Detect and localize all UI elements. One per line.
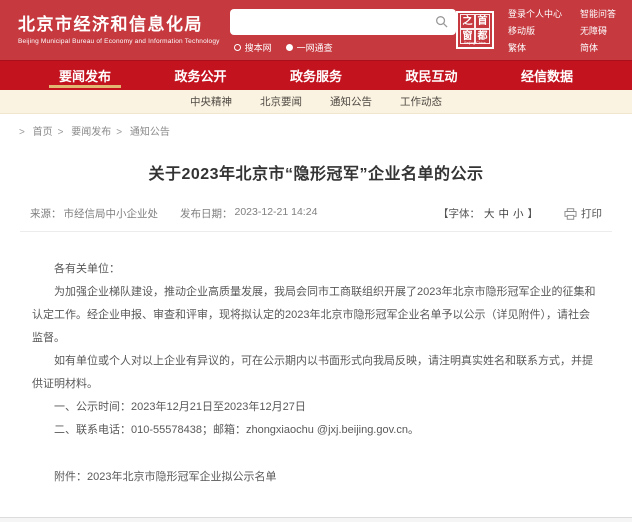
seal-char: 之 xyxy=(459,14,475,29)
capital-window-logo[interactable]: 之首窗都 Beijing-China xyxy=(455,11,494,49)
printer-icon xyxy=(564,207,577,220)
site-logo[interactable]: 北京市经济和信息化局 Beijing Municipal Bureau of E… xyxy=(18,15,230,45)
quick-link[interactable]: 无障碍 xyxy=(580,24,616,37)
font-size-option[interactable]: 中 xyxy=(499,206,510,221)
article-meta-row: 来源： 市经信局中小企业处 发布日期： 2023-12-21 14:24 【字体… xyxy=(20,206,612,232)
nav-item[interactable]: 政务服务 xyxy=(286,61,346,90)
breadcrumb-separator: > xyxy=(116,127,123,138)
attachment-block: 附件：2023年北京市隐形冠军企业拟公示名单 xyxy=(20,466,612,489)
search-box[interactable] xyxy=(229,8,456,35)
search-icon[interactable] xyxy=(435,15,448,28)
meta-date-label: 发布日期： xyxy=(180,208,233,220)
font-sizer: 【字体： 大中小 】 xyxy=(438,206,538,221)
subnav-item[interactable]: 北京要闻 xyxy=(260,94,302,109)
search-block: 搜本网 一网通查 xyxy=(229,8,456,54)
font-size-options: 大中小 xyxy=(482,206,526,221)
quick-links: 登录个人中心 移动版繁体 智能问答无障碍简体 xyxy=(508,7,622,54)
print-label: 打印 xyxy=(581,208,602,220)
meta-source-value: 市经信局中小企业处 xyxy=(63,208,159,220)
seal-caption: Beijing-China xyxy=(464,40,486,45)
breadcrumb-item-wrap: > 通知公告 xyxy=(111,123,170,138)
scope-label: 搜本网 xyxy=(244,42,272,53)
quick-link[interactable]: 移动版 xyxy=(508,24,562,37)
nav-item[interactable]: 政民互动 xyxy=(401,61,461,90)
article-paragraph: 如有单位或个人对以上企业有异议的，可在公示期内以书面形式向我局反映，请注明真实姓… xyxy=(32,355,593,390)
quick-link[interactable]: 简体 xyxy=(580,41,616,54)
site-subtitle: Beijing Municipal Bureau of Economy and … xyxy=(18,38,220,45)
sub-nav: 中央精神 北京要闻 通知公告 工作动态 xyxy=(0,90,632,114)
article-paragraph: 各有关单位： xyxy=(54,263,120,275)
breadcrumb-separator: > xyxy=(19,127,25,138)
breadcrumb-separator: > xyxy=(57,127,64,138)
nav-item[interactable]: 经信数据 xyxy=(517,61,577,90)
search-scope-radio[interactable]: 搜本网 xyxy=(233,41,272,54)
nav-item[interactable]: 政务公开 xyxy=(170,61,230,90)
breadcrumb: > 首页 > 要闻发布 > 通知公告 xyxy=(0,114,632,144)
radio-icon xyxy=(233,43,241,51)
article-paragraph: 二、联系电话：010-55578438；邮箱：zhongxiaochu @jxj… xyxy=(54,424,419,436)
main-nav: 要闻发布 政务公开 政务服务 政民互动 经信数据 xyxy=(0,60,632,90)
scope-label: 一网通查 xyxy=(296,42,333,53)
radio-icon xyxy=(285,43,293,51)
font-size-option[interactable]: 小 xyxy=(513,206,524,221)
font-size-option[interactable]: 大 xyxy=(484,206,495,221)
footer-strip xyxy=(0,517,632,522)
quick-links-col2: 智能问答 无障碍 简体 xyxy=(580,7,616,54)
seal-char: 首 xyxy=(474,14,490,29)
search-input[interactable] xyxy=(237,15,435,28)
seal-characters: 之首窗都 xyxy=(459,14,490,44)
print-button[interactable]: 打印 xyxy=(564,206,602,221)
meta-source: 来源： 市经信局中小企业处 xyxy=(30,206,158,221)
breadcrumb-item-wrap: > 首页 xyxy=(14,123,53,138)
breadcrumb-item[interactable]: 通知公告 xyxy=(130,127,170,138)
breadcrumb-item[interactable]: 要闻发布 xyxy=(71,127,111,138)
meta-date: 发布日期： 2023-12-21 14:24 xyxy=(180,206,317,221)
nav-item[interactable]: 要闻发布 xyxy=(48,61,122,90)
subnav-item[interactable]: 中央精神 xyxy=(190,94,232,109)
font-sizer-suffix: 】 xyxy=(527,208,539,220)
article-title: 关于2023年北京市“隐形冠军”企业名单的公示 xyxy=(148,166,484,183)
article-paragraph: 一、公示时间：2023年12月21日至2023年12月27日 xyxy=(54,401,306,413)
quick-link[interactable]: 智能问答 xyxy=(580,7,616,20)
breadcrumb-item[interactable]: 首页 xyxy=(33,127,53,138)
breadcrumb-item-wrap: > 要闻发布 xyxy=(53,123,112,138)
site-title: 北京市经济和信息化局 xyxy=(18,15,203,34)
search-scope-options: 搜本网 一网通查 xyxy=(230,41,456,54)
article-body: 各有关单位： 为加强企业梯队建设，推动企业高质量发展，我局会同市工商联组织开展了2… xyxy=(20,232,612,442)
subnav-item[interactable]: 通知公告 xyxy=(330,94,372,109)
article: 关于2023年北京市“隐形冠军”企业名单的公示 来源： 市经信局中小企业处 发布… xyxy=(0,160,632,522)
font-sizer-prefix: 【字体： xyxy=(438,208,480,220)
header-right: 之首窗都 Beijing-China 登录个人中心 移动版繁体 智能问答无障碍简体 xyxy=(455,7,622,54)
meta-source-label: 来源： xyxy=(30,208,62,220)
meta-right: 【字体： 大中小 】 打印 xyxy=(438,206,602,221)
quick-link[interactable]: 繁体 xyxy=(508,41,562,54)
site-header: 北京市经济和信息化局 Beijing Municipal Bureau of E… xyxy=(0,0,632,60)
quick-links-col1: 登录个人中心 移动版繁体 xyxy=(508,7,562,54)
article-paragraph: 为加强企业梯队建设，推动企业高质量发展，我局会同市工商联组织开展了2023年北京… xyxy=(32,286,596,344)
attachment-link[interactable]: 附件：2023年北京市隐形冠军企业拟公示名单 xyxy=(32,466,600,489)
quick-link[interactable]: 登录个人中心 xyxy=(508,7,562,20)
meta-date-value: 2023-12-21 14:24 xyxy=(234,206,318,218)
subnav-item[interactable]: 工作动态 xyxy=(400,94,442,109)
meta-left: 来源： 市经信局中小企业处 发布日期： 2023-12-21 14:24 xyxy=(30,206,317,221)
search-scope-radio[interactable]: 一网通查 xyxy=(285,41,333,54)
